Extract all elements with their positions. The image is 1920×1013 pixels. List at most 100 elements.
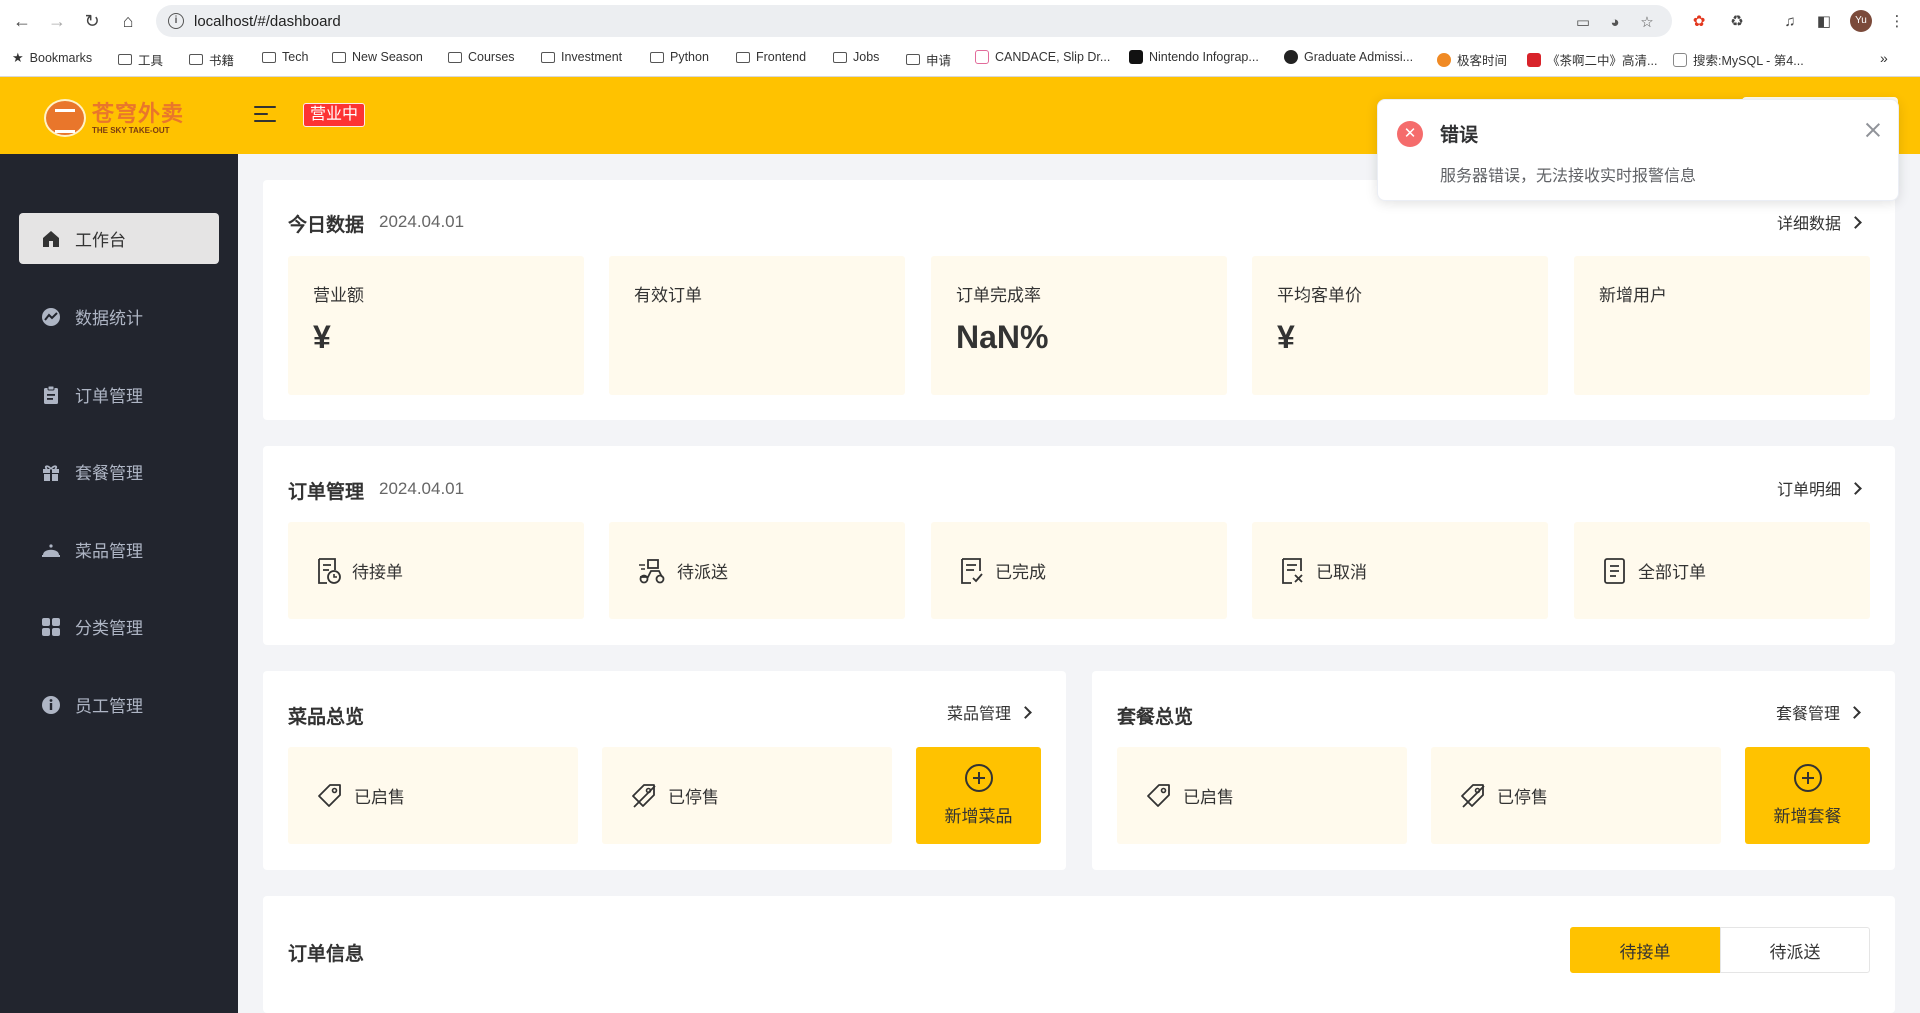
bookmark-site[interactable]: 搜索:MySQL - 第4... — [1673, 50, 1804, 69]
sidebar-item-statistics[interactable]: 数据统计 — [19, 291, 219, 342]
dish-off-sale[interactable]: 已停售 — [602, 747, 892, 844]
folder-icon — [736, 51, 750, 63]
home-icon — [41, 229, 61, 249]
setmeal-overview-title: 套餐总览 — [1117, 707, 1194, 728]
install-app-icon[interactable]: ▭ — [1574, 13, 1592, 31]
close-icon[interactable] — [1865, 122, 1881, 138]
bookmark-folder[interactable]: Courses — [448, 50, 515, 64]
bookmark-folder[interactable]: Tech — [262, 50, 308, 64]
sidebar-item-orders[interactable]: 订单管理 — [19, 369, 219, 420]
tab-to-deliver-orders[interactable]: 待派送 — [1720, 927, 1870, 973]
extensions-puzzle-icon[interactable]: ♻ — [1726, 10, 1748, 32]
all-orders-icon — [1604, 557, 1625, 584]
stat-new-users: 新增用户 — [1574, 256, 1870, 395]
dish-on-sale[interactable]: 已启售 — [288, 747, 578, 844]
bookmark-folder[interactable]: Python — [650, 50, 709, 64]
bookmark-site[interactable]: 极客时间 — [1437, 50, 1507, 69]
home-page-icon[interactable]: ⌂ — [116, 9, 140, 33]
sidebar-item-categories[interactable]: 分类管理 — [19, 601, 219, 652]
folder-icon — [833, 51, 847, 63]
price-tag-off-icon — [1461, 783, 1485, 808]
chevron-right-icon — [1019, 705, 1032, 719]
site-info-icon[interactable]: i — [168, 13, 184, 29]
folder-icon — [906, 54, 920, 65]
grid-icon — [41, 617, 61, 637]
logo-subtitle: THE SKY TAKE-OUT — [92, 125, 170, 135]
pending-order-icon — [318, 557, 341, 584]
reload-icon[interactable]: ↻ — [80, 9, 104, 33]
stat-valid-orders: 有效订单 — [609, 256, 905, 395]
sidebar-item-dishes[interactable]: 菜品管理 — [19, 524, 219, 575]
folder-icon — [118, 54, 132, 65]
bookmark-folder[interactable]: 书籍 — [189, 50, 234, 69]
back-icon[interactable]: ← — [10, 9, 34, 33]
site-favicon-icon — [1284, 50, 1298, 64]
more-bookmarks-icon[interactable]: » — [1880, 50, 1888, 66]
address-url[interactable]: localhost/#/dashboard — [194, 13, 341, 30]
setmeal-off-sale[interactable]: 已停售 — [1431, 747, 1721, 844]
bookmark-site[interactable]: CANDACE, Slip Dr... — [975, 50, 1110, 64]
sidebar-item-employees[interactable]: 员工管理 — [19, 679, 219, 730]
today-data-date: 2024.04.01 — [379, 212, 465, 231]
profile-avatar[interactable]: Yu — [1850, 10, 1872, 32]
setmeal-on-sale[interactable]: 已启售 — [1117, 747, 1407, 844]
error-notification: ✕ 错误 服务器错误，无法接收实时报警信息 — [1377, 99, 1899, 201]
bookmark-folder[interactable]: Jobs — [833, 50, 879, 64]
price-tag-icon — [1147, 783, 1170, 807]
stat-value: ¥ — [1277, 319, 1295, 355]
notification-message: 服务器错误，无法接收实时报警信息 — [1440, 168, 1697, 185]
menu-collapse-icon[interactable] — [254, 104, 276, 124]
bookmark-folder[interactable]: 工具 — [118, 50, 163, 69]
forward-icon[interactable]: → — [45, 9, 69, 33]
address-bar[interactable]: i localhost/#/dashboard ▭ ◕ ☆ — [156, 5, 1672, 37]
bookmark-site[interactable]: Graduate Admissi... — [1284, 50, 1413, 64]
chart-icon — [41, 307, 61, 327]
media-control-icon[interactable]: ♫ — [1779, 10, 1801, 32]
order-completed[interactable]: 已完成 — [931, 522, 1227, 619]
sidebar-item-setmeals[interactable]: 套餐管理 — [19, 446, 219, 497]
site-favicon-icon — [1129, 50, 1143, 64]
chevron-right-icon — [1849, 481, 1862, 495]
bookmark-folder[interactable]: Frontend — [736, 50, 806, 64]
shop-status-badge: 营业中 — [303, 103, 366, 127]
order-pending[interactable]: 待接单 — [288, 522, 584, 619]
notification-title: 错误 — [1440, 125, 1479, 146]
bookmark-folder[interactable]: 申请 — [906, 50, 951, 69]
order-cancelled[interactable]: 已取消 — [1252, 522, 1548, 619]
browser-menu-icon[interactable]: ⋮ — [1886, 10, 1908, 32]
bookmark-site[interactable]: 《茶啊二中》高清... — [1527, 50, 1657, 69]
bookmarks-button[interactable]: ★ Bookmarks — [12, 50, 92, 66]
order-all[interactable]: 全部订单 — [1574, 522, 1870, 619]
site-favicon-icon — [1437, 52, 1451, 67]
bookmarks-bar: ★ Bookmarks 工具 书籍 Tech New Season Course… — [0, 46, 1920, 72]
logo-mark-icon — [44, 99, 86, 137]
dish-overview-card: 菜品总览 菜品管理 已启售 已停售 新增菜品 — [263, 671, 1066, 870]
side-panel-icon[interactable]: ◧ — [1813, 10, 1835, 32]
order-management-date: 2024.04.01 — [379, 479, 465, 498]
star-icon: ★ — [12, 50, 24, 65]
setmeal-management-link[interactable]: 套餐管理 — [1776, 700, 1861, 724]
folder-icon — [650, 51, 664, 63]
add-setmeal-button[interactable]: 新增套餐 — [1745, 747, 1870, 844]
performance-icon[interactable]: ◕ — [1606, 13, 1624, 31]
stat-completion-rate: 订单完成率 NaN% — [931, 256, 1227, 395]
bookmark-folder[interactable]: New Season — [332, 50, 423, 64]
delivery-icon — [639, 558, 665, 583]
order-to-deliver[interactable]: 待派送 — [609, 522, 905, 619]
order-detail-link[interactable]: 订单明细 — [1777, 476, 1862, 500]
bookmark-site[interactable]: Nintendo Infograp... — [1129, 50, 1259, 64]
site-favicon-icon — [975, 50, 989, 64]
sidebar-item-workbench[interactable]: 工作台 — [19, 213, 219, 264]
dish-management-link[interactable]: 菜品管理 — [947, 700, 1032, 724]
gift-icon — [41, 462, 61, 482]
folder-icon — [189, 54, 203, 65]
dish-cover-icon — [41, 540, 61, 560]
price-tag-off-icon — [632, 783, 656, 808]
add-dish-button[interactable]: 新增菜品 — [916, 747, 1041, 844]
tab-pending-orders[interactable]: 待接单 — [1570, 927, 1720, 973]
extension-red-icon[interactable]: ✿ — [1688, 10, 1710, 32]
detail-data-link[interactable]: 详细数据 — [1777, 210, 1862, 234]
bookmark-star-icon[interactable]: ☆ — [1638, 13, 1656, 31]
completed-order-icon — [961, 557, 983, 584]
bookmark-folder[interactable]: Investment — [541, 50, 622, 64]
